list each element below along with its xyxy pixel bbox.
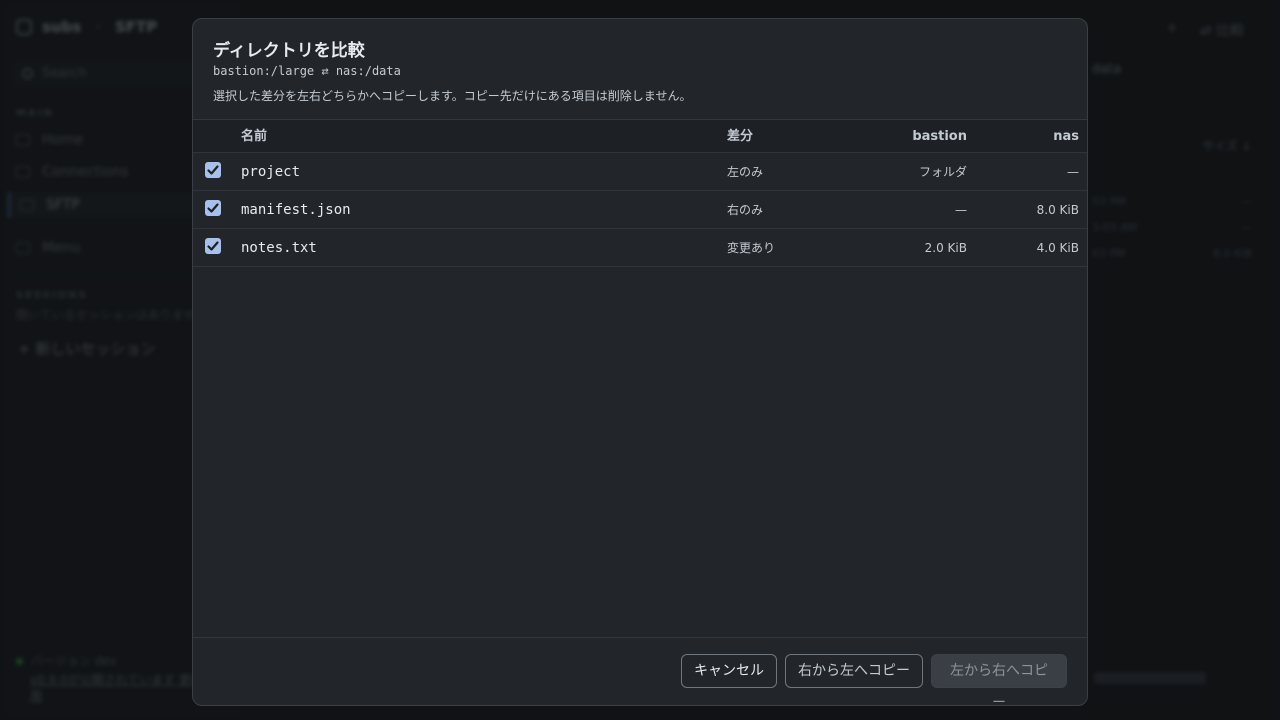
copy-right-to-left-button[interactable]: 右から左へコピー [785,654,923,688]
dialog-footer: キャンセル 右から左へコピー 左から右へコピー [193,637,1087,705]
checkmark-icon [207,203,219,213]
compare-paths: bastion:/large ⇄ nas:/data [213,64,401,78]
row-diff: 変更あり [727,241,776,255]
row-right-value: 8.0 KiB [1036,203,1079,217]
row-name: project [241,164,301,180]
cancel-button[interactable]: キャンセル [681,654,777,688]
row-name: notes.txt [241,240,317,256]
table-row[interactable]: notes.txt 変更あり 2.0 KiB 4.0 KiB [193,229,1087,267]
column-header-diff: 差分 [727,129,754,144]
row-diff: 左のみ [727,165,764,179]
table-row[interactable]: project 左のみ フォルダ — [193,153,1087,191]
row-left-value: — [955,203,967,217]
diff-table: 名前 差分 bastion nas project 左のみ フォルダ — man… [193,120,1087,267]
checkmark-icon [207,241,219,251]
row-name: manifest.json [241,202,351,218]
compare-dialog: ディレクトリを比較 bastion:/large ⇄ nas:/data 選択し… [192,18,1088,706]
copy-left-to-right-button[interactable]: 左から右へコピー [931,654,1067,705]
dialog-description: 選択した差分を左右どちらかへコピーします。コピー先だけにある項目は削除しません。 [213,89,692,103]
row-right-value: 4.0 KiB [1036,241,1079,255]
dialog-header: ディレクトリを比較 bastion:/large ⇄ nas:/data 選択し… [193,19,1087,120]
table-header: 名前 差分 bastion nas [193,120,1087,153]
row-left-value: フォルダ [918,165,967,179]
row-left-value: 2.0 KiB [924,241,967,255]
table-row[interactable]: manifest.json 右のみ — 8.0 KiB [193,191,1087,229]
row-diff: 右のみ [727,203,764,217]
column-header-left: bastion [912,129,967,144]
row-checkbox[interactable] [205,200,221,216]
row-checkbox[interactable] [205,238,221,254]
column-header-name: 名前 [241,129,268,144]
checkmark-icon [207,165,219,175]
column-header-right: nas [1053,129,1079,144]
row-checkbox[interactable] [205,162,221,178]
row-right-value: — [1067,165,1079,179]
dialog-title: ディレクトリを比較 [213,41,365,61]
